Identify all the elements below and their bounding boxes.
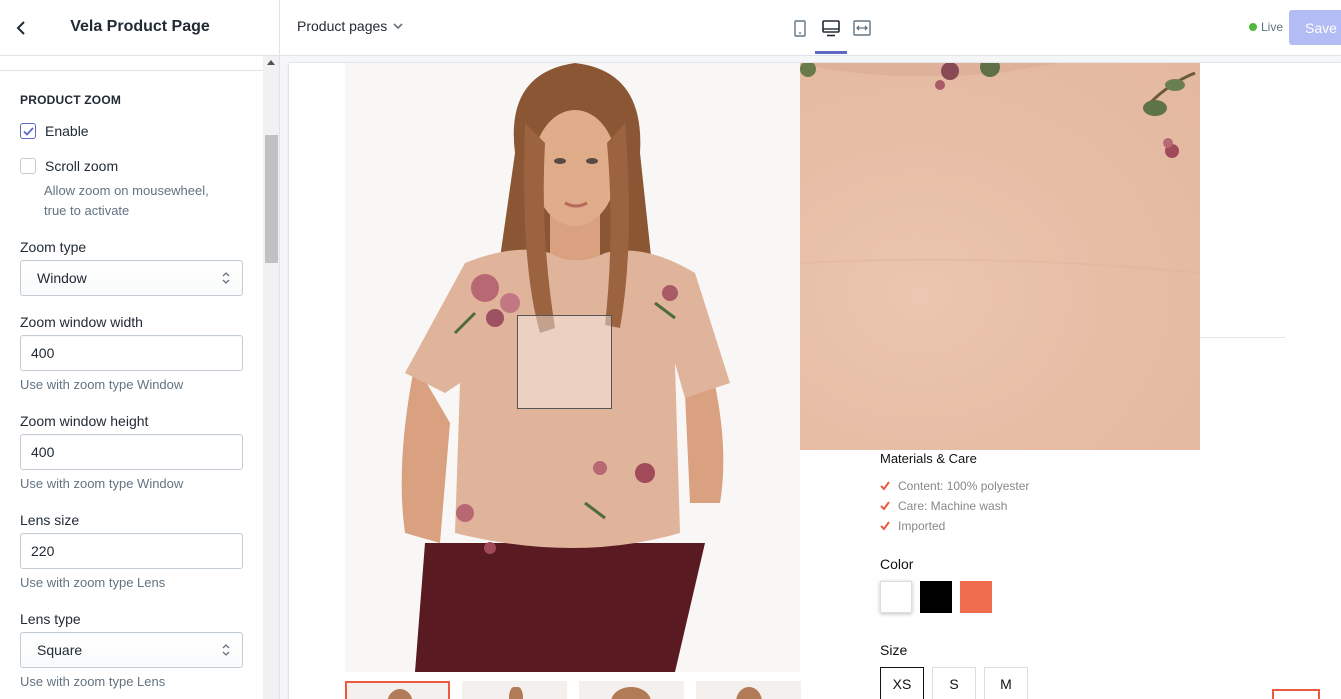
check-icon [880,501,890,511]
lens-type-help: Use with zoom type Lens [20,674,166,689]
zoom-type-label: Zoom type [20,239,87,255]
sidebar-header: Vela Product Page [0,0,280,56]
mobile-icon [794,19,806,37]
zoom-window-width-value: 400 [31,345,55,361]
page-type-selector[interactable]: Product pages [297,18,403,34]
zoom-window-width-help: Use with zoom type Window [20,377,184,392]
enable-label: Enable [45,123,89,139]
thumbnail-image [736,687,762,699]
zoom-window-height-input[interactable]: 400 [20,434,243,470]
material-text: Care: Machine wash [898,499,1008,513]
materials-list: Content: 100% polyester Care: Machine wa… [880,476,1029,536]
scrollbar-thumb[interactable] [265,135,278,263]
chevron-down-icon [393,22,403,29]
zoomed-fabric-illustration [800,63,1200,274]
active-device-indicator [815,51,847,54]
thumbnail-4[interactable] [696,681,801,699]
select-arrows-icon [222,272,230,284]
thumbnail-image [509,687,523,699]
size-label: Size [880,642,908,658]
floating-action-button[interactable] [1272,689,1320,699]
check-icon [880,521,890,531]
settings-sidebar: PRODUCT ZOOM Enable Scroll zoom Allow zo… [0,56,280,699]
color-swatch-black[interactable] [920,581,952,613]
thumbnail-image [387,689,413,699]
enable-checkbox[interactable] [20,123,36,139]
lens-size-value: 220 [31,543,55,559]
sidebar-scrollbar[interactable] [263,56,279,699]
scroll-up-arrow-icon[interactable] [267,60,275,65]
fullwidth-view-button[interactable] [846,14,878,42]
lens-type-select[interactable]: Square [20,632,243,668]
checkmark-icon [22,126,34,136]
lens-size-label: Lens size [20,512,80,528]
live-dot-icon [1249,23,1257,31]
sidebar-divider [0,70,263,71]
scroll-zoom-label: Scroll zoom [45,158,119,174]
lens-size-help: Use with zoom type Lens [20,575,166,590]
zoom-window-height-value: 400 [31,444,55,460]
top-bar: Vela Product Page Product pages Live Sav… [0,0,1341,56]
color-swatch-white[interactable] [880,581,912,613]
product-image[interactable] [345,63,800,672]
mobile-view-button[interactable] [784,14,816,42]
desktop-view-button[interactable] [815,14,847,42]
thumbnail-3[interactable] [579,681,684,699]
materials-title: Materials & Care [880,451,977,466]
zoom-window-width-input[interactable]: 400 [20,335,243,371]
expand-width-icon [853,20,871,36]
enable-checkbox-row[interactable]: Enable [20,123,89,139]
list-item: Imported [880,516,1029,536]
zoom-window [800,63,1200,450]
zoom-lens[interactable] [517,315,612,409]
material-text: Content: 100% polyester [898,479,1030,493]
color-label: Color [880,556,914,572]
zoom-window-height-label: Zoom window height [20,413,149,429]
lens-size-input[interactable]: 220 [20,533,243,569]
scroll-zoom-help: Allow zoom on mousewheel, true to activa… [44,183,209,218]
thumbnail-2[interactable] [462,681,567,699]
material-text: Imported [898,519,946,533]
desktop-icon [822,19,840,36]
size-options: XS S M [880,667,1028,699]
save-button[interactable]: Save [1289,10,1341,45]
list-item: Content: 100% polyester [880,476,1029,496]
lens-type-value: Square [37,642,83,658]
zoom-type-value: Window [37,270,87,286]
lens-type-label: Lens type [20,611,81,627]
thumbnail-1[interactable] [345,681,450,699]
page-title: Vela Product Page [70,18,210,35]
scroll-zoom-checkbox[interactable] [20,158,36,174]
size-option-m[interactable]: M [984,667,1028,699]
size-option-s[interactable]: S [932,667,976,699]
scroll-zoom-checkbox-row[interactable]: Scroll zoom [20,158,118,174]
live-label: Live [1261,20,1284,34]
store-preview-frame: irt Materials & Care Content: 100% polye… [289,63,1341,699]
list-item: Care: Machine wash [880,496,1029,516]
section-heading: PRODUCT ZOOM [20,93,122,107]
live-status: Live [1249,20,1283,34]
color-swatch-coral[interactable] [960,581,992,613]
thumbnail-strip [345,681,805,699]
sidebar-content: PRODUCT ZOOM Enable Scroll zoom Allow zo… [0,56,263,699]
zoom-type-select[interactable]: Window [20,260,243,296]
check-icon [880,481,890,491]
select-arrows-icon [222,644,230,656]
zoom-window-width-label: Zoom window width [20,314,143,330]
zoom-window-height-help: Use with zoom type Window [20,476,184,491]
color-swatches [880,581,992,613]
page-type-label: Product pages [297,18,388,34]
thumbnail-image [611,687,651,699]
size-option-xs[interactable]: XS [880,667,924,699]
